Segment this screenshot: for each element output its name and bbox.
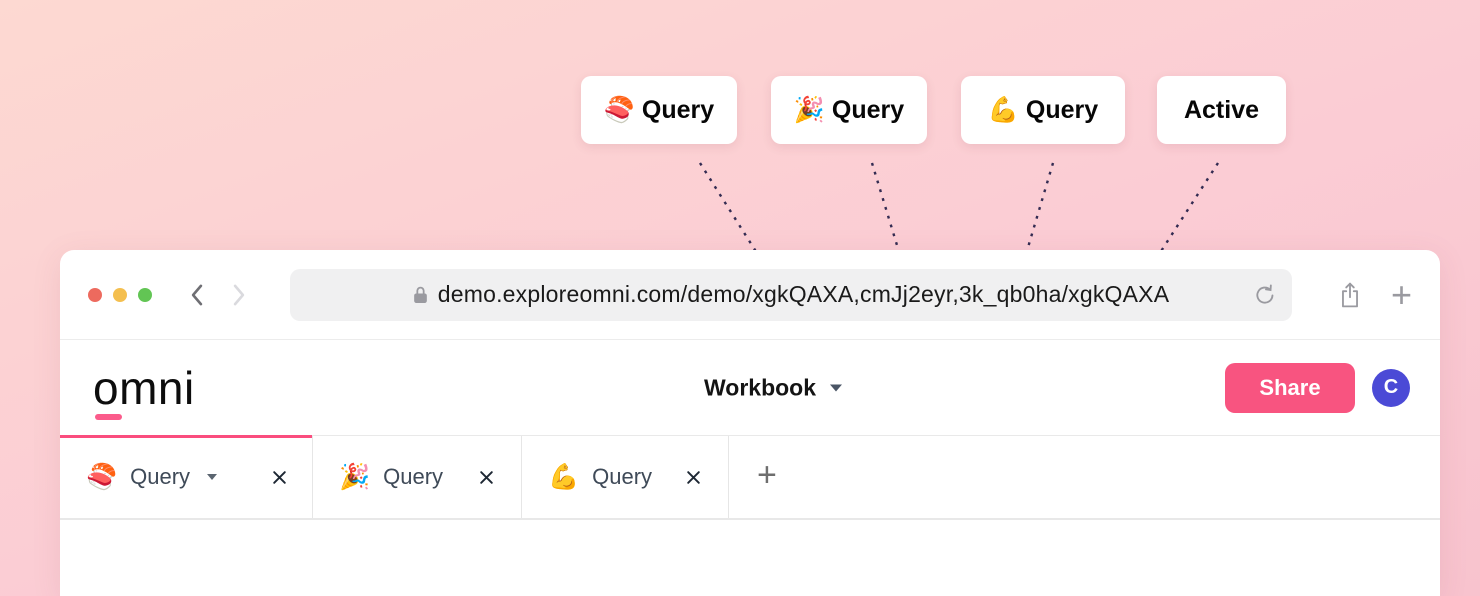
- marketing-background: 🍣 Query 🎉 Query 💪 Query Active: [0, 0, 1480, 596]
- user-avatar[interactable]: C: [1372, 369, 1410, 407]
- callout-active: Active: [1157, 76, 1286, 144]
- close-x-icon: [271, 469, 288, 486]
- add-tab-button[interactable]: +: [751, 458, 783, 496]
- sushi-emoji-icon: 🍣: [86, 465, 117, 490]
- browser-window: demo.exploreomni.com/demo/xgkQAXA,cmJj2e…: [60, 250, 1440, 596]
- reload-button[interactable]: [1252, 282, 1278, 313]
- tab-label: Query: [130, 464, 190, 490]
- chrome-right-buttons: +: [1337, 277, 1412, 313]
- tab-options-chevron-icon[interactable]: [207, 474, 217, 480]
- callout-query-party: 🎉 Query: [771, 76, 927, 144]
- url-text: demo.exploreomni.com/demo/xgkQAXA,cmJj2e…: [438, 281, 1170, 308]
- omni-logo-text: omni: [93, 365, 195, 411]
- omni-logo-underline: [95, 414, 122, 420]
- header-right: Share C: [1225, 363, 1410, 413]
- window-zoom-button[interactable]: [138, 288, 152, 302]
- back-button[interactable]: [186, 282, 208, 308]
- address-bar[interactable]: demo.exploreomni.com/demo/xgkQAXA,cmJj2e…: [290, 269, 1292, 321]
- window-controls: [88, 288, 152, 302]
- close-tab-button[interactable]: [478, 469, 495, 486]
- share-button[interactable]: Share: [1225, 363, 1355, 413]
- workbook-tab-bar: 🍣 Query 🎉 Query 💪 Query: [60, 436, 1440, 518]
- tab-label: Query: [592, 464, 652, 490]
- lock-icon: [413, 285, 428, 304]
- tab-query-party[interactable]: 🎉 Query: [313, 436, 522, 518]
- muscle-emoji-icon: 💪: [548, 465, 579, 490]
- url-group: demo.exploreomni.com/demo/xgkQAXA,cmJj2e…: [413, 281, 1170, 308]
- window-minimize-button[interactable]: [113, 288, 127, 302]
- tab-query-muscle[interactable]: 💪 Query: [522, 436, 729, 518]
- browser-nav-buttons: [186, 282, 250, 308]
- chevron-right-icon: [228, 282, 250, 308]
- tab-query-sushi[interactable]: 🍣 Query: [60, 436, 313, 518]
- callout-query-muscle: 💪 Query: [961, 76, 1125, 144]
- party-emoji-icon: 🎉: [339, 465, 370, 490]
- omni-logo: omni: [93, 365, 195, 411]
- new-tab-button[interactable]: +: [1391, 277, 1412, 313]
- forward-button[interactable]: [228, 282, 250, 308]
- tab-label: Query: [383, 464, 443, 490]
- browser-chrome: demo.exploreomni.com/demo/xgkQAXA,cmJj2e…: [60, 250, 1440, 340]
- workbook-title: Workbook: [704, 374, 816, 401]
- close-x-icon: [685, 469, 702, 486]
- share-export-icon: [1337, 280, 1363, 310]
- close-x-icon: [478, 469, 495, 486]
- reload-icon: [1252, 282, 1278, 308]
- close-tab-button[interactable]: [271, 469, 288, 486]
- share-export-button[interactable]: [1337, 280, 1363, 310]
- chevron-left-icon: [186, 282, 208, 308]
- close-tab-button[interactable]: [685, 469, 702, 486]
- workbook-content-area: [60, 518, 1440, 595]
- window-close-button[interactable]: [88, 288, 102, 302]
- app-header: omni Workbook Share C: [60, 340, 1440, 436]
- callout-query-sushi: 🍣 Query: [581, 76, 737, 144]
- chevron-down-icon: [830, 384, 842, 391]
- workbook-dropdown[interactable]: Workbook: [704, 374, 842, 401]
